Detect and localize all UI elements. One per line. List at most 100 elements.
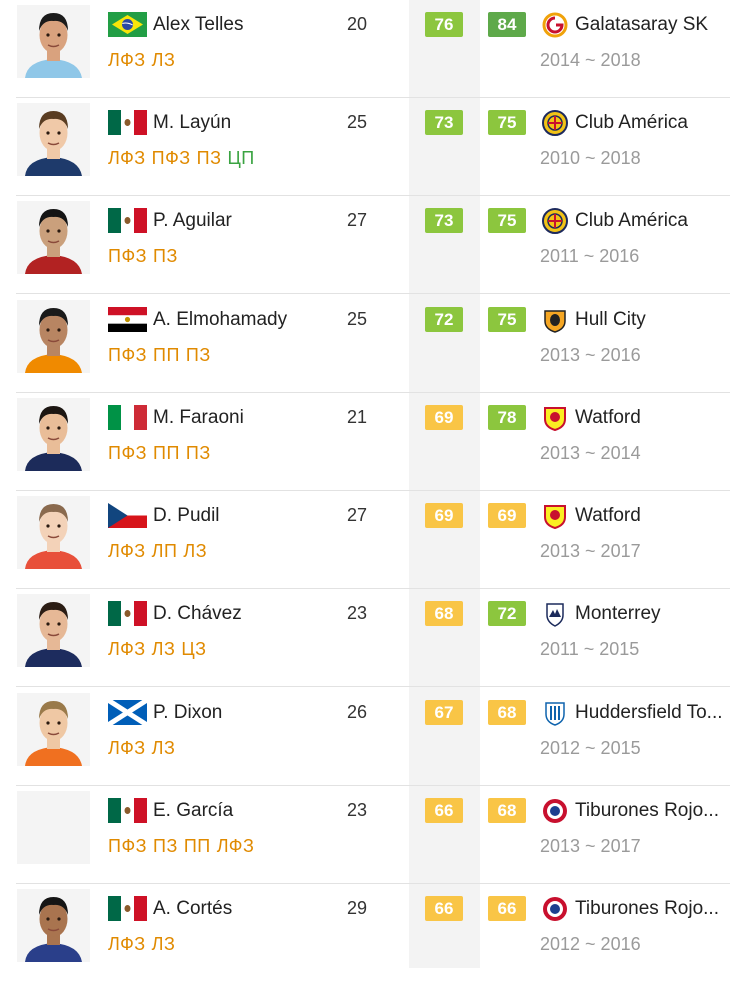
player-age: 20 xyxy=(347,14,368,34)
flag-scotland-icon xyxy=(108,700,147,725)
player-positions: ЛФЗ ЛП ЛЗ xyxy=(108,539,213,563)
player-age: 27 xyxy=(347,210,368,230)
player-row[interactable]: P. Aguilar ПФЗ ПЗ 27 73 75 Club América 2011 ~ … xyxy=(0,196,730,294)
player-age: 27 xyxy=(347,505,368,525)
player-photo xyxy=(17,594,90,667)
player-photo xyxy=(17,693,90,766)
player-row[interactable]: Alex Telles ЛФЗ ЛЗ 20 76 84 Galatasaray SK 2014… xyxy=(0,0,730,98)
overall-rating-badge: 73 xyxy=(425,208,463,233)
player-positions: ЛФЗ ЛЗ ЦЗ xyxy=(108,637,213,661)
player-photo xyxy=(17,398,90,471)
flag-italy-icon xyxy=(108,405,147,430)
player-photo xyxy=(17,791,90,864)
position-tag: ЛФЗ xyxy=(108,541,146,561)
player-name-link[interactable]: M. Layún xyxy=(153,110,231,135)
flag-egypt-icon xyxy=(108,307,147,332)
watford-logo-icon xyxy=(542,405,568,432)
player-name-link[interactable]: M. Faraoni xyxy=(153,405,244,430)
position-tag: ЛЗ xyxy=(151,934,176,954)
contract-years: 2012 ~ 2015 xyxy=(540,738,641,758)
overall-rating-badge: 69 xyxy=(425,405,463,430)
contract-years: 2013 ~ 2016 xyxy=(540,345,641,365)
position-tag: ЛФЗ xyxy=(108,148,146,168)
potential-rating-badge: 69 xyxy=(488,503,526,528)
potential-rating-badge: 68 xyxy=(488,700,526,725)
contract-years: 2011 ~ 2015 xyxy=(540,639,640,659)
player-row[interactable]: M. Layún ЛФЗ ПФЗ ПЗ ЦП 25 73 75 Club América 2010… xyxy=(0,98,730,196)
position-tag: ПФЗ xyxy=(151,148,191,168)
overall-rating-badge: 76 xyxy=(425,12,463,37)
player-name-link[interactable]: P. Aguilar xyxy=(153,208,232,233)
player-name-link[interactable]: A. Elmohamady xyxy=(153,307,287,332)
player-row[interactable]: D. Pudil ЛФЗ ЛП ЛЗ 27 69 69 Watford 2013 ~ 2017 xyxy=(0,491,730,589)
flag-mexico-icon xyxy=(108,896,147,921)
contract-years: 2010 ~ 2018 xyxy=(540,148,641,168)
player-row[interactable]: D. Chávez ЛФЗ ЛЗ ЦЗ 23 68 72 Monterrey 2011 ~ 20… xyxy=(0,589,730,687)
position-tag: ПФЗ xyxy=(108,443,147,463)
position-tag: ПЗ xyxy=(185,345,211,365)
position-tag: ПЗ xyxy=(185,443,211,463)
player-row[interactable]: M. Faraoni ПФЗ ПП ПЗ 21 69 78 Watford 2013 ~ 201… xyxy=(0,393,730,491)
team-name-link[interactable]: Huddersfield To... xyxy=(575,700,730,725)
player-positions: ЛФЗ ЛЗ xyxy=(108,932,181,956)
tiburones-logo-icon xyxy=(542,798,568,824)
potential-rating-badge: 78 xyxy=(488,405,526,430)
overall-rating-badge: 73 xyxy=(425,110,463,135)
player-name-link[interactable]: E. García xyxy=(153,798,233,823)
player-age: 21 xyxy=(347,407,368,427)
team-name-link[interactable]: Tiburones Rojo... xyxy=(575,798,730,823)
position-tag: ЛФЗ xyxy=(108,639,146,659)
team-name-link[interactable]: Watford xyxy=(575,503,730,528)
player-positions: ЛФЗ ПФЗ ПЗ ЦП xyxy=(108,146,261,170)
team-name-link[interactable]: Hull City xyxy=(575,307,730,332)
flag-czech-icon xyxy=(108,503,147,528)
player-positions: ПФЗ ПП ПЗ xyxy=(108,441,217,465)
player-age: 29 xyxy=(347,898,368,918)
team-name-link[interactable]: Watford xyxy=(575,405,730,430)
player-positions: ПФЗ ПЗ ПП ЛФЗ xyxy=(108,834,260,858)
team-name-link[interactable]: Tiburones Rojo... xyxy=(575,896,730,921)
position-tag: ПП xyxy=(183,836,211,856)
position-tag: ПЗ xyxy=(153,246,178,266)
team-name-link[interactable]: Monterrey xyxy=(575,601,730,626)
position-tag: ПФЗ xyxy=(108,246,147,266)
player-row[interactable]: E. García ПФЗ ПЗ ПП ЛФЗ 23 66 68 Tiburones Rojo.… xyxy=(0,786,730,884)
position-tag: ПЗ xyxy=(153,836,178,856)
player-age: 25 xyxy=(347,309,368,329)
position-tag: ПФЗ xyxy=(108,345,147,365)
position-tag: ПП xyxy=(153,443,180,463)
team-name-link[interactable]: Club América xyxy=(575,110,730,135)
player-photo xyxy=(17,5,90,78)
player-positions: ПФЗ ПП ПЗ xyxy=(108,343,217,367)
galatasaray-logo-icon xyxy=(542,12,568,38)
hull-city-logo-icon xyxy=(542,307,568,333)
flag-brazil-icon xyxy=(108,12,147,37)
overall-rating-badge: 68 xyxy=(425,601,463,626)
potential-rating-badge: 68 xyxy=(488,798,526,823)
player-row[interactable]: P. Dixon ЛФЗ ЛЗ 26 67 68 Huddersfield To... 201… xyxy=(0,688,730,786)
position-tag: ЦП xyxy=(227,148,255,168)
tiburones-logo-icon xyxy=(542,896,568,922)
team-name-link[interactable]: Galatasaray SK xyxy=(575,12,730,37)
contract-years: 2011 ~ 2016 xyxy=(540,246,640,266)
player-age: 23 xyxy=(347,800,368,820)
position-tag: ПП xyxy=(153,345,180,365)
position-tag: ЛФЗ xyxy=(216,836,255,856)
player-age: 25 xyxy=(347,112,368,132)
player-row[interactable]: A. Elmohamady ПФЗ ПП ПЗ 25 72 75 Hull City 2013 … xyxy=(0,295,730,393)
player-name-link[interactable]: D. Pudil xyxy=(153,503,220,528)
player-name-link[interactable]: D. Chávez xyxy=(153,601,242,626)
player-name-link[interactable]: P. Dixon xyxy=(153,700,222,725)
watford-logo-icon xyxy=(542,503,568,530)
flag-mexico-icon xyxy=(108,208,147,233)
player-positions: ЛФЗ ЛЗ xyxy=(108,48,181,72)
player-row[interactable]: A. Cortés ЛФЗ ЛЗ 29 66 66 Tiburones Rojo... 201… xyxy=(0,884,730,982)
player-name-link[interactable]: Alex Telles xyxy=(153,12,243,37)
team-name-link[interactable]: Club América xyxy=(575,208,730,233)
player-name-link[interactable]: A. Cortés xyxy=(153,896,232,921)
overall-rating-badge: 66 xyxy=(425,896,463,921)
position-tag: ЛЗ xyxy=(151,738,176,758)
contract-years: 2013 ~ 2017 xyxy=(540,836,641,856)
position-tag: ЛФЗ xyxy=(108,934,146,954)
monterrey-logo-icon xyxy=(542,601,568,627)
